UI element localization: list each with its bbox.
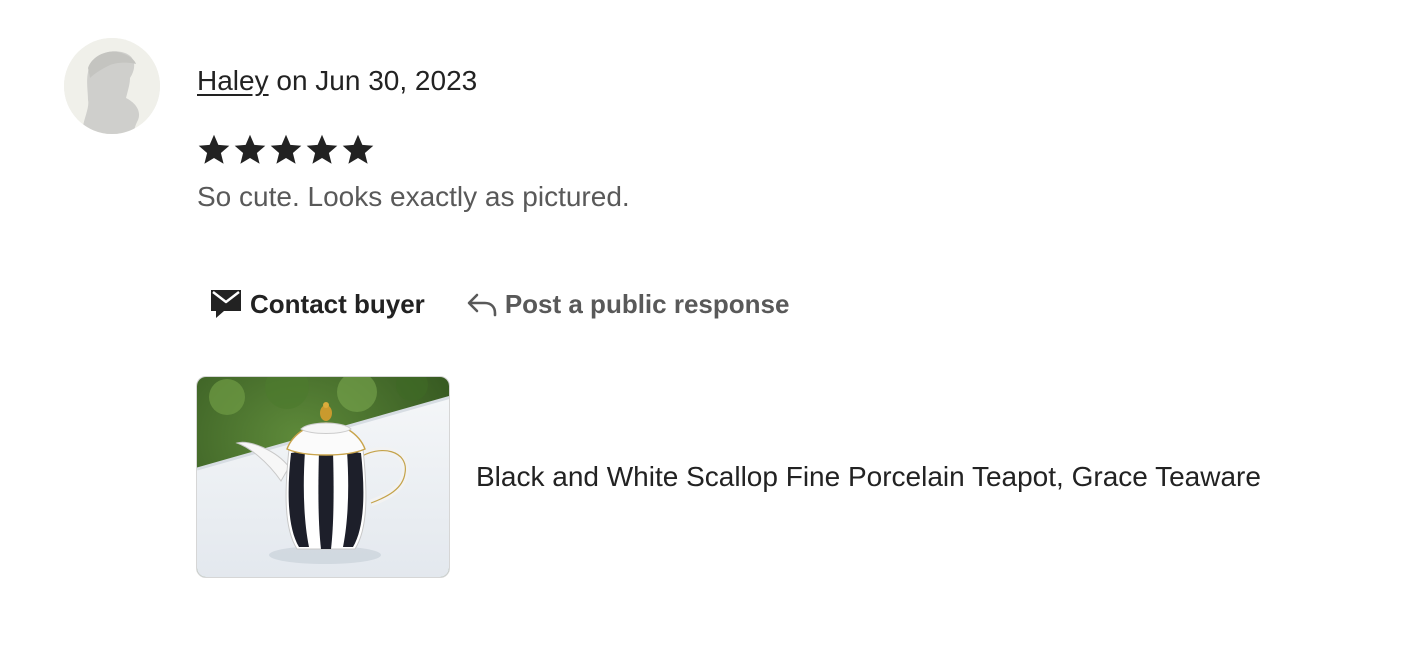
default-avatar-icon: [64, 38, 160, 134]
envelope-icon: [210, 289, 242, 319]
reviewer-name-link[interactable]: Haley: [197, 65, 269, 96]
product-title-link[interactable]: Black and White Scallop Fine Porcelain T…: [476, 458, 1261, 496]
reviewed-product: Black and White Scallop Fine Porcelain T…: [196, 376, 1261, 578]
contact-buyer-button[interactable]: Contact buyer: [198, 280, 437, 328]
review-header: Haley on Jun 30, 2023: [197, 62, 477, 100]
post-public-response-label: Post a public response: [504, 288, 790, 319]
review-date: on Jun 30, 2023: [276, 65, 478, 96]
star-icon: [270, 134, 302, 164]
star-icon: [306, 134, 338, 164]
star-icon: [234, 134, 266, 164]
post-public-response-button[interactable]: Post a public response: [455, 280, 802, 328]
review-actions: Contact buyer Post a public response: [198, 280, 801, 328]
star-rating: [196, 132, 376, 168]
avatar: [64, 38, 160, 134]
star-icon: [342, 134, 374, 164]
reply-arrow-icon: [467, 291, 497, 317]
review-card: Haley on Jun 30, 2023 So cute. Looks exa…: [0, 0, 1420, 656]
star-icon: [198, 134, 230, 164]
product-image[interactable]: [196, 376, 450, 578]
review-text: So cute. Looks exactly as pictured.: [197, 181, 630, 212]
contact-buyer-label: Contact buyer: [250, 288, 425, 319]
